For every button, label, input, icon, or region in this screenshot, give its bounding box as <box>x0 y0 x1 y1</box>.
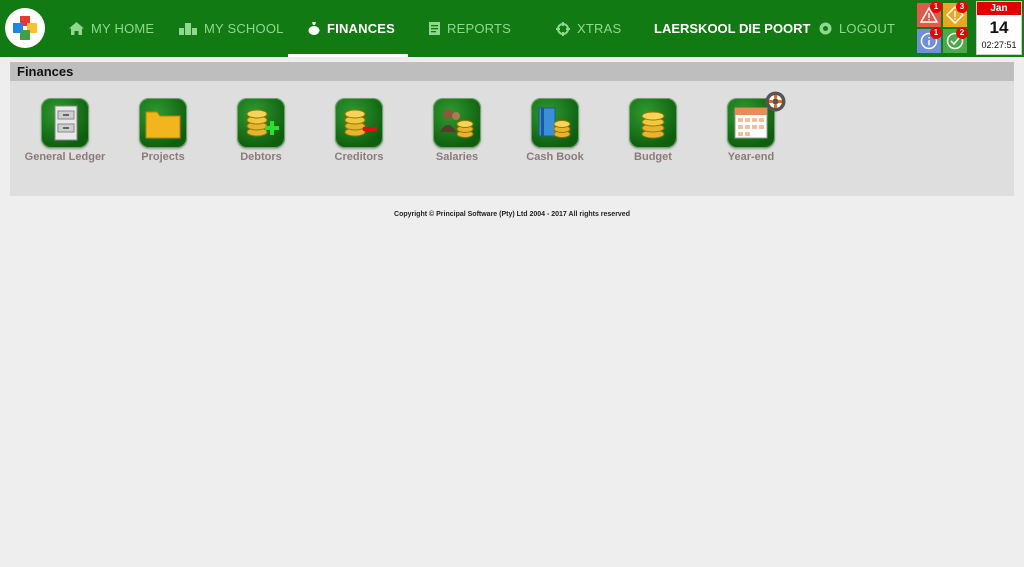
notice-alert-tile[interactable]: 3 <box>943 1 968 27</box>
nav-my-school[interactable]: MY SCHOOL <box>179 0 284 57</box>
task-alert-tile[interactable]: 2 <box>943 27 968 53</box>
nav-xtras-label: XTRAS <box>577 21 622 36</box>
filing-cabinet-icon <box>41 98 89 148</box>
module-label: Debtors <box>240 151 282 163</box>
people-coins-icon <box>433 98 481 148</box>
folder-icon <box>139 98 187 148</box>
warning-count-badge: 1 <box>930 1 942 13</box>
help-lifebuoy-icon[interactable] <box>765 91 786 112</box>
module-label: Year-end <box>727 151 775 163</box>
nav-xtras[interactable]: XTRAS <box>556 0 621 57</box>
module-creditors[interactable]: Creditors <box>309 98 409 163</box>
module-general-ledger[interactable]: General Ledger <box>15 98 115 163</box>
nav-logout-label: LOGOUT <box>839 21 896 36</box>
nav-reports-label: REPORTS <box>447 21 512 36</box>
nav-my-home[interactable]: MY HOME <box>69 0 154 57</box>
nav-logout[interactable]: LOGOUT <box>819 0 895 57</box>
logo-icon <box>13 16 37 40</box>
book-coins-icon <box>531 98 579 148</box>
clock-time: 02:27:51 <box>981 40 1017 50</box>
module-year-end[interactable]: Year-end <box>701 98 801 163</box>
coins-minus-icon <box>335 98 383 148</box>
module-cash-book[interactable]: Cash Book <box>505 98 605 163</box>
notice-count-badge: 3 <box>956 1 968 13</box>
active-tab-indicator <box>288 54 408 57</box>
module-debtors[interactable]: Debtors <box>211 98 311 163</box>
coins-plus-icon <box>237 98 285 148</box>
finances-panel: Finances General Ledger Projects Debtors… <box>10 62 1014 196</box>
school-name: LAERSKOOL DIE POORT <box>654 21 811 36</box>
calendar-day: 14 <box>989 18 1009 37</box>
home-icon <box>69 22 84 35</box>
module-label: Budget <box>634 151 672 163</box>
nav-finances-label: FINANCES <box>327 21 396 36</box>
info-alert-tile[interactable]: 1 <box>917 27 942 53</box>
school-icon <box>179 22 197 35</box>
crosshair-icon <box>556 21 570 36</box>
coins-stack-icon <box>629 98 677 148</box>
nav-reports[interactable]: REPORTS <box>429 0 511 57</box>
money-bag-icon <box>308 22 320 35</box>
calendar-month: Jan <box>977 2 1021 15</box>
nav-my-school-label: MY SCHOOL <box>204 21 284 36</box>
info-count-badge: 1 <box>930 27 942 39</box>
task-count-badge: 2 <box>956 27 968 39</box>
module-label: Cash Book <box>526 151 584 163</box>
nav-finances[interactable]: FINANCES <box>308 0 395 57</box>
module-label: Creditors <box>334 151 384 163</box>
module-budget[interactable]: Budget <box>603 98 703 163</box>
power-icon <box>819 22 832 35</box>
module-label: General Ledger <box>24 151 106 163</box>
warning-alert-tile[interactable]: 1 <box>917 1 942 27</box>
module-label: Salaries <box>435 151 479 163</box>
panel-title: Finances <box>10 62 1014 81</box>
calendar-widget[interactable]: Jan 14 02:27:51 <box>976 1 1022 55</box>
top-navigation-bar: MY HOME MY SCHOOL FINANCES REPORTS XTRAS… <box>0 0 1024 57</box>
module-projects[interactable]: Projects <box>113 98 213 163</box>
report-icon <box>429 22 440 35</box>
copyright-text: Copyright © Principal Software (Pty) Ltd… <box>394 211 630 218</box>
module-salaries[interactable]: Salaries <box>407 98 507 163</box>
nav-my-home-label: MY HOME <box>91 21 155 36</box>
app-logo[interactable] <box>5 8 45 48</box>
module-label: Projects <box>141 151 185 163</box>
